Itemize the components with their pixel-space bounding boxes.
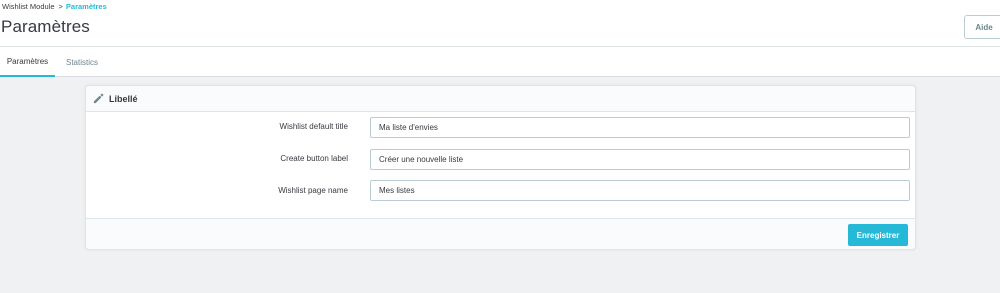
page-title: Paramètres [1,17,90,36]
pencil-icon [93,93,104,104]
tab-bar: Paramètres Statistics [0,46,1000,77]
wishlist-default-title-label: Wishlist default title [279,122,348,131]
page-header: Wishlist Module > Paramètres Paramètres Ai… [0,0,1000,47]
breadcrumb: Wishlist Module > Paramètres [2,2,107,11]
create-button-label-label: Create button label [280,154,348,163]
create-button-label-input[interactable] [370,149,910,170]
panel-header: Libellé [86,86,915,112]
breadcrumb-separator: > [58,2,63,11]
wishlist-default-title-input[interactable] [370,117,910,138]
save-button[interactable]: Enregistrer [848,224,908,246]
tab-parametres[interactable]: Paramètres [0,47,55,77]
panel-footer: Enregistrer [86,218,915,249]
wishlist-page-name-input[interactable] [370,180,910,201]
tab-statistics[interactable]: Statistics [55,47,109,77]
settings-panel: Libellé Wishlist default title Create bu… [85,85,916,250]
breadcrumb-parent[interactable]: Wishlist Module [2,2,55,11]
wishlist-page-name-label: Wishlist page name [278,186,348,195]
panel-title: Libellé [109,94,138,104]
breadcrumb-current[interactable]: Paramètres [66,2,107,11]
help-button[interactable]: Aide [964,15,1000,39]
